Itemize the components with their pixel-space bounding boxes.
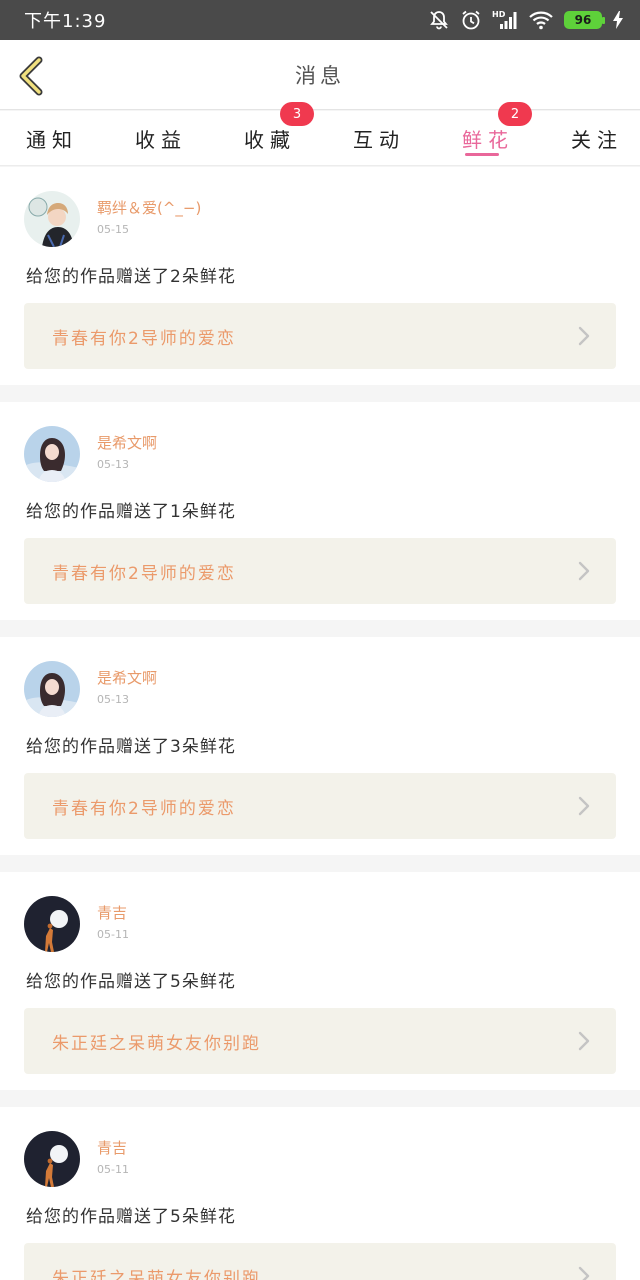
date: 05-13 <box>97 458 129 471</box>
message-text: 给您的作品赠送了3朵鲜花 <box>26 737 236 757</box>
page-title: 消息 <box>295 63 345 88</box>
avatar[interactable] <box>24 191 80 247</box>
battery-icon: 96 <box>564 11 605 29</box>
message-card: 青吉 05-11 给您的作品赠送了5朵鲜花 朱正廷之呆萌女友你别跑 <box>0 872 640 1090</box>
work-title: 朱正廷之呆萌女友你别跑 <box>52 1033 261 1054</box>
avatar[interactable] <box>24 661 80 717</box>
message-card: 是希文啊 05-13 给您的作品赠送了3朵鲜花 青春有你2导师的爱恋 <box>0 637 640 855</box>
message-card: 羁绊＆爱(^_−) 05-15 给您的作品赠送了2朵鲜花 青春有你2导师的爱恋 <box>0 167 640 385</box>
work-link[interactable]: 青春有你2导师的爱恋 <box>24 538 616 604</box>
tab-label: 鲜花 <box>462 128 514 152</box>
tab-label: 关注 <box>571 128 623 152</box>
svg-text:HD: HD <box>492 10 506 19</box>
work-title: 青春有你2导师的爱恋 <box>52 798 236 819</box>
work-link[interactable]: 青春有你2导师的爱恋 <box>24 773 616 839</box>
tab-favorites[interactable]: 收藏 3 <box>244 102 314 166</box>
message-text: 给您的作品赠送了1朵鲜花 <box>26 502 236 522</box>
unread-badge: 2 <box>498 102 532 126</box>
tab-label: 互动 <box>353 128 405 152</box>
header: 消息 <box>0 40 640 110</box>
hd-signal-icon: HD <box>492 10 517 29</box>
chevron-right-icon <box>578 326 590 346</box>
chevron-right-icon <box>578 561 590 581</box>
chevron-right-icon <box>578 796 590 816</box>
tab-label: 收益 <box>135 128 187 152</box>
work-link[interactable]: 青春有你2导师的爱恋 <box>24 303 616 369</box>
avatar[interactable] <box>24 426 80 482</box>
charging-icon <box>613 11 623 29</box>
unread-badge: 3 <box>280 102 314 126</box>
message-text: 给您的作品赠送了5朵鲜花 <box>26 1207 236 1227</box>
tab-following[interactable]: 关注 <box>571 111 623 166</box>
tab-label: 通知 <box>26 128 78 152</box>
date: 05-11 <box>97 1163 129 1176</box>
tab-earnings[interactable]: 收益 <box>135 111 187 166</box>
work-title: 朱正廷之呆萌女友你别跑 <box>52 1268 261 1280</box>
username[interactable]: 青吉 <box>97 1137 127 1158</box>
work-title: 青春有你2导师的爱恋 <box>52 328 236 349</box>
date: 05-15 <box>97 223 129 236</box>
message-card: 是希文啊 05-13 给您的作品赠送了1朵鲜花 青春有你2导师的爱恋 <box>0 402 640 620</box>
username[interactable]: 青吉 <box>97 902 127 923</box>
message-text: 给您的作品赠送了5朵鲜花 <box>26 972 236 992</box>
wifi-icon <box>529 11 553 30</box>
message-text: 给您的作品赠送了2朵鲜花 <box>26 267 236 287</box>
work-link[interactable]: 朱正廷之呆萌女友你别跑 <box>24 1243 616 1280</box>
alarm-icon <box>462 10 480 30</box>
chevron-left-icon <box>19 56 43 96</box>
battery-level: 96 <box>574 13 592 27</box>
work-link[interactable]: 朱正廷之呆萌女友你别跑 <box>24 1008 616 1074</box>
back-button[interactable] <box>14 54 50 98</box>
chevron-right-icon <box>578 1031 590 1051</box>
username[interactable]: 羁绊＆爱(^_−) <box>97 197 201 218</box>
status-icons: HD 96 <box>428 9 624 31</box>
avatar[interactable] <box>24 896 80 952</box>
username[interactable]: 是希文啊 <box>97 432 157 453</box>
message-card: 青吉 05-11 给您的作品赠送了5朵鲜花 朱正廷之呆萌女友你别跑 <box>0 1107 640 1280</box>
status-time: 下午1:39 <box>24 11 107 32</box>
chevron-right-icon <box>578 1266 590 1280</box>
avatar[interactable] <box>24 1131 80 1187</box>
tab-interaction[interactable]: 互动 <box>353 111 405 166</box>
tab-bar: 通知 收益 收藏 3 互动 鲜花 2 关注 <box>0 102 640 166</box>
tab-flowers[interactable]: 鲜花 2 <box>462 102 532 166</box>
status-bar: 下午1:39 HD 96 <box>0 0 640 40</box>
date: 05-11 <box>97 928 129 941</box>
work-title: 青春有你2导师的爱恋 <box>52 563 236 584</box>
username[interactable]: 是希文啊 <box>97 667 157 688</box>
active-tab-indicator <box>465 153 499 156</box>
date: 05-13 <box>97 693 129 706</box>
message-list: 羁绊＆爱(^_−) 05-15 给您的作品赠送了2朵鲜花 青春有你2导师的爱恋 … <box>0 167 640 1280</box>
mute-bell-icon <box>430 11 448 30</box>
tab-label: 收藏 <box>244 128 296 152</box>
tab-notice[interactable]: 通知 <box>26 111 78 166</box>
